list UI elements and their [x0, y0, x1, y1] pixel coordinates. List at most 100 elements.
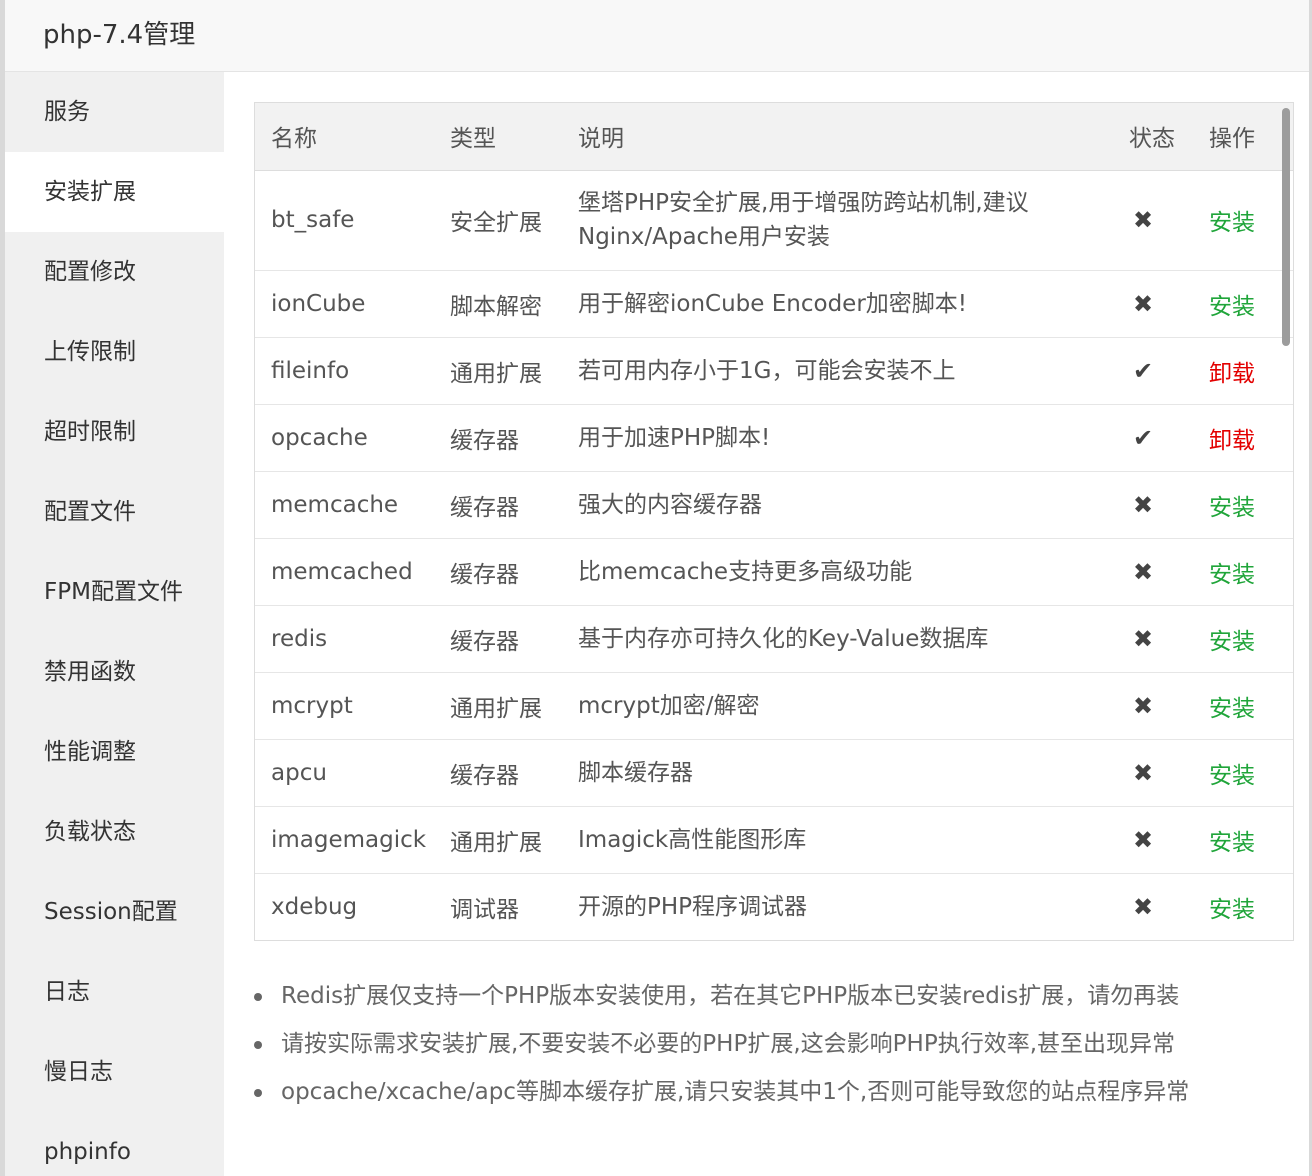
window-title: php-7.4管理 [43, 20, 196, 50]
table-scrollbar[interactable] [1279, 105, 1291, 939]
table-row: memcache 缓存器 强大的内容缓存器 ✖ 安装 [255, 471, 1293, 539]
cell-status: ✖ [1113, 806, 1193, 874]
table-row: fileinfo 通用扩展 若可用内存小于1G，可能会安装不上 ✔ 卸载 [255, 337, 1293, 405]
cross-icon: ✖ [1133, 758, 1154, 787]
table-row: redis 缓存器 基于内存亦可持久化的Key-Value数据库 ✖ 安装 [255, 605, 1293, 673]
cell-desc: 开源的PHP程序调试器 [578, 893, 808, 920]
note-text: Redis扩展仅支持一个PHP版本安装使用，若在其它PHP版本已安装redis扩… [281, 983, 1180, 1009]
table-row: opcache 缓存器 用于加速PHP脚本! ✔ 卸载 [255, 404, 1293, 472]
table-row: bt_safe 安全扩展 堡塔PHP安全扩展,用于增强防跨站机制,建议Nginx/A… [255, 170, 1293, 271]
cross-icon: ✖ [1133, 557, 1154, 586]
bullet-icon [254, 993, 262, 1001]
cell-status: ✖ [1113, 270, 1193, 338]
bullet-icon [254, 1041, 262, 1049]
cell-name: memcached [255, 538, 434, 606]
cell-type: 调试器 [450, 896, 519, 923]
cell-name: imagemagick [255, 806, 434, 874]
sidebar-item[interactable]: 禁用函数 [5, 632, 224, 712]
sidebar-item[interactable]: FPM配置文件 [5, 552, 224, 632]
cell-type: 脚本解密 [434, 270, 562, 338]
uninstall-link[interactable]: 卸载 [1193, 404, 1293, 472]
cell-desc: 强大的内容缓存器 [562, 471, 1113, 539]
cell-type: 缓存器 [434, 471, 562, 539]
cross-icon: ✖ [1133, 624, 1154, 653]
cross-icon: ✖ [1133, 825, 1154, 854]
install-link[interactable]: 安装 [1193, 538, 1293, 606]
bullet-icon [254, 1089, 262, 1097]
cell-desc: 比memcache支持更多高级功能 [562, 538, 1113, 606]
note-item: 请按实际需求安装扩展,不要安装不必要的PHP扩展,这会影响PHP执行效率,甚至出… [254, 1026, 1294, 1074]
install-link[interactable]: 安装 [1193, 873, 1293, 940]
table-row: xdebug 调试器 开源的PHP程序调试器 ✖ 安装 [255, 873, 1293, 940]
header-name: 名称 [255, 103, 434, 171]
cell-status: ✖ [1113, 471, 1193, 539]
install-link[interactable]: 安装 [1193, 170, 1293, 271]
note-text: 请按实际需求安装扩展,不要安装不必要的PHP扩展,这会影响PHP执行效率,甚至出… [281, 1031, 1176, 1057]
sidebar-item[interactable]: 日志 [5, 952, 224, 1032]
cross-icon: ✖ [1133, 691, 1154, 720]
cell-type: 缓存器 [434, 538, 562, 606]
notes-list: Redis扩展仅支持一个PHP版本安装使用，若在其它PHP版本已安装redis扩… [254, 978, 1294, 1122]
cell-type: 缓存器 [434, 739, 562, 807]
cell-status: ✖ [1113, 538, 1193, 606]
cell-name: fileinfo [255, 337, 434, 405]
table-row: memcached 缓存器 比memcache支持更多高级功能 ✖ 安装 [255, 538, 1293, 606]
cell-desc: 若可用内存小于1G，可能会安装不上 [562, 337, 1113, 405]
cell-type: 缓存器 [434, 404, 562, 472]
table-row: mcrypt 通用扩展 mcrypt加密/解密 ✖ 安装 [255, 672, 1293, 740]
install-link[interactable]: 安装 [1193, 605, 1293, 673]
cross-icon: ✖ [1133, 892, 1154, 921]
check-icon: ✔ [1133, 356, 1154, 385]
window-titlebar: php-7.4管理 [5, 0, 1309, 72]
cell-name: bt_safe [255, 170, 434, 271]
cell-name: xdebug [271, 893, 358, 920]
sidebar-item[interactable]: 服务 [5, 72, 224, 152]
cell-status: ✔ [1113, 337, 1193, 405]
cell-desc: mcrypt加密/解密 [562, 672, 1113, 740]
cell-status: ✖ [1113, 873, 1193, 940]
cell-desc: 用于加速PHP脚本! [562, 404, 1113, 472]
sidebar-item[interactable]: 上传限制 [5, 312, 224, 392]
sidebar-item[interactable]: 超时限制 [5, 392, 224, 472]
cell-status: ✖ [1113, 672, 1193, 740]
note-item: Redis扩展仅支持一个PHP版本安装使用，若在其它PHP版本已安装redis扩… [254, 978, 1294, 1026]
extensions-table-container: 名称 类型 说明 状态 操作 bt_safe 安全扩展 堡塔PHP安全扩展,用于增强… [254, 102, 1294, 941]
header-status: 状态 [1113, 103, 1193, 171]
header-type: 类型 [434, 103, 562, 171]
cell-name: opcache [255, 404, 434, 472]
install-link[interactable]: 安装 [1193, 270, 1293, 338]
cell-desc: 基于内存亦可持久化的Key-Value数据库 [562, 605, 1113, 673]
uninstall-link[interactable]: 卸载 [1193, 337, 1293, 405]
install-link[interactable]: 安装 [1193, 739, 1293, 807]
note-text: opcache/xcache/apc等脚本缓存扩展,请只安装其中1个,否则可能导… [281, 1079, 1190, 1105]
install-link[interactable]: 安装 [1193, 471, 1293, 539]
sidebar-item[interactable]: 性能调整 [5, 712, 224, 792]
table-row: apcu 缓存器 脚本缓存器 ✖ 安装 [255, 739, 1293, 807]
cell-name: ionCube [255, 270, 434, 338]
sidebar-item[interactable]: 配置文件 [5, 472, 224, 552]
cross-icon: ✖ [1133, 289, 1154, 318]
sidebar-item[interactable]: 慢日志 [5, 1032, 224, 1112]
sidebar-item[interactable]: 负载状态 [5, 792, 224, 872]
note-item: opcache/xcache/apc等脚本缓存扩展,请只安装其中1个,否则可能导… [254, 1074, 1294, 1122]
table-header-row: 名称 类型 说明 状态 操作 [255, 103, 1293, 171]
table-row: imagemagick 通用扩展 Imagick高性能图形库 ✖ 安装 [255, 806, 1293, 874]
cell-type: 通用扩展 [434, 672, 562, 740]
cell-desc: 用于解密ionCube Encoder加密脚本! [562, 270, 1113, 338]
sidebar: 服务 安装扩展 配置修改 上传限制 超时限制 配置文件 FPM配置文件 禁用函数 性能调整 负载状… [5, 72, 224, 1176]
install-link[interactable]: 安装 [1193, 806, 1293, 874]
sidebar-item[interactable]: 安装扩展 [5, 152, 224, 232]
sidebar-item[interactable]: phpinfo [5, 1112, 224, 1176]
cell-desc: 堡塔PHP安全扩展,用于增强防跨站机制,建议Nginx/Apache用户安装 [562, 170, 1113, 271]
cell-name: mcrypt [255, 672, 434, 740]
cell-name: apcu [255, 739, 434, 807]
cell-name: memcache [255, 471, 434, 539]
sidebar-item[interactable]: 配置修改 [5, 232, 224, 312]
sidebar-item[interactable]: Session配置 [5, 872, 224, 952]
cell-desc: 脚本缓存器 [562, 739, 1113, 807]
install-link[interactable]: 安装 [1193, 672, 1293, 740]
cell-type: 通用扩展 [434, 337, 562, 405]
cell-type: 通用扩展 [434, 806, 562, 874]
table-scrollbar-thumb[interactable] [1282, 108, 1290, 346]
header-desc: 说明 [562, 103, 1113, 171]
